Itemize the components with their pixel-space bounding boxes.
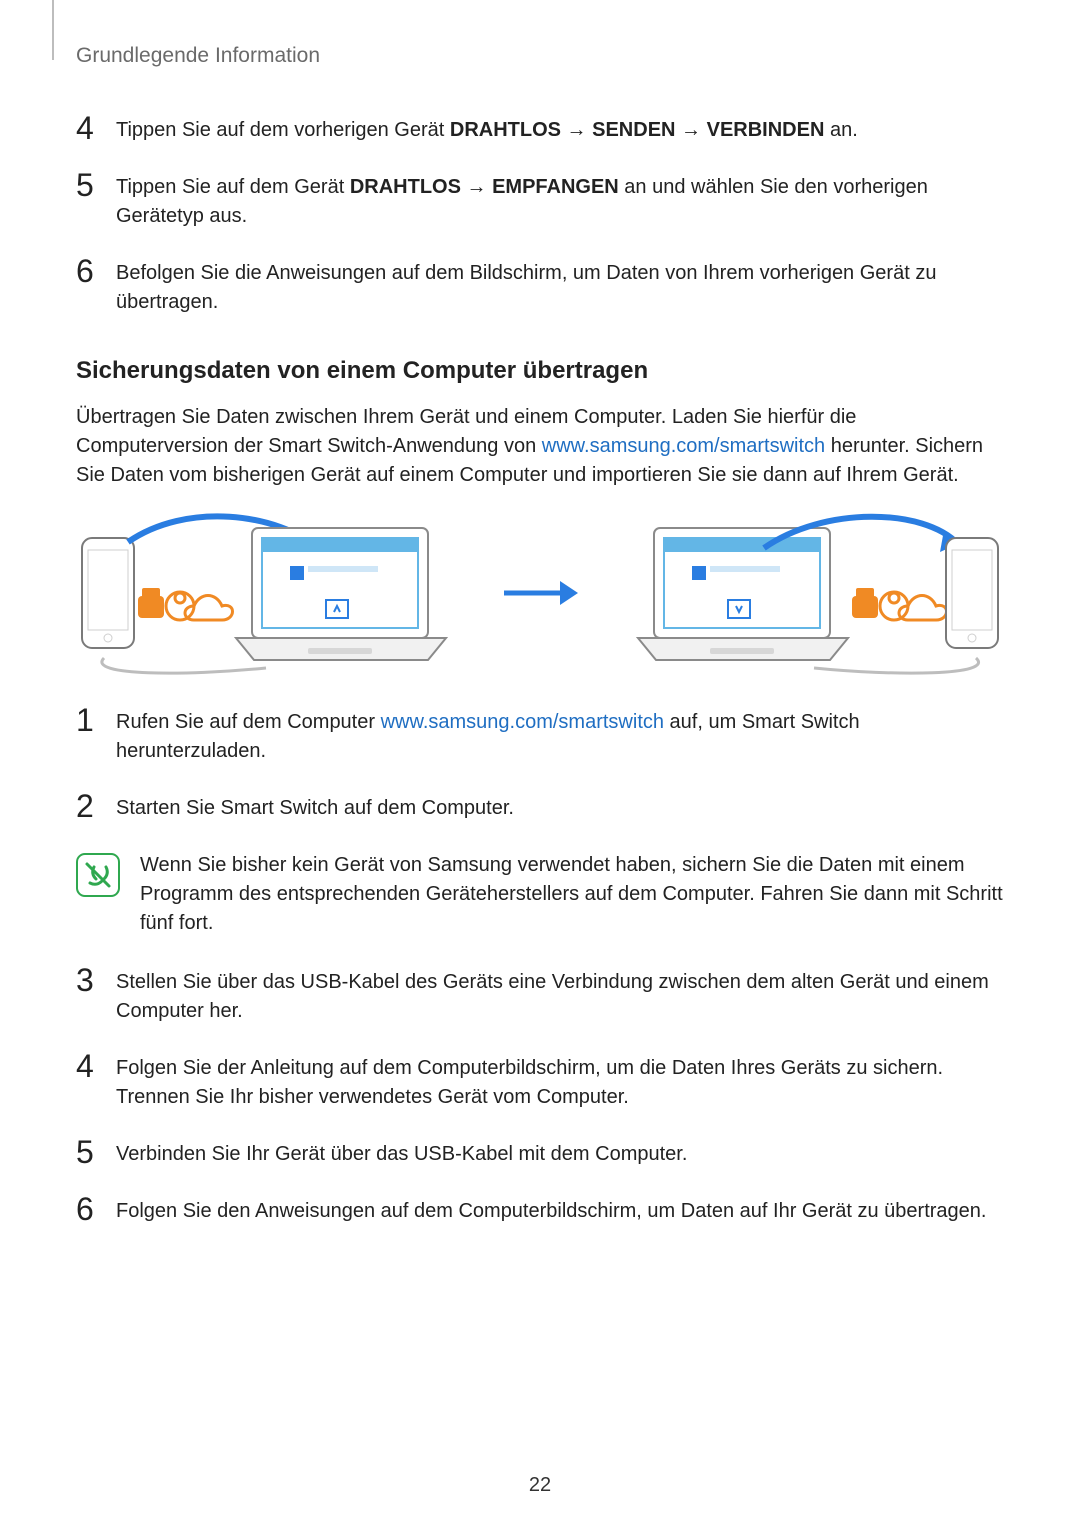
inline-link[interactable]: www.samsung.com/smartswitch (381, 711, 664, 733)
step-number: 5 (76, 1136, 116, 1168)
step-item: 2Starten Sie Smart Switch auf dem Comput… (76, 794, 1004, 823)
step-body: Rufen Sie auf dem Computer www.samsung.c… (116, 708, 1004, 766)
text: Folgen Sie der Anleitung auf dem Compute… (116, 1057, 943, 1108)
text: → (461, 176, 492, 198)
step-body: Folgen Sie der Anleitung auf dem Compute… (116, 1054, 1004, 1112)
note-icon (76, 853, 120, 897)
step-body: Stellen Sie über das USB-Kabel des Gerät… (116, 968, 1004, 1026)
step-item: 4Folgen Sie der Anleitung auf dem Comput… (76, 1054, 1004, 1112)
text: → (561, 119, 592, 141)
step-number: 4 (76, 1050, 116, 1082)
bold-text: DRAHTLOS (350, 176, 461, 198)
step-body: Befolgen Sie die Anweisungen auf dem Bil… (116, 259, 1004, 317)
step-number: 4 (76, 112, 116, 144)
note-block: Wenn Sie bisher kein Gerät von Samsung v… (76, 851, 1004, 938)
page-number: 22 (0, 1474, 1080, 1497)
step-item: 6Befolgen Sie die Anweisungen auf dem Bi… (76, 259, 1004, 317)
step-item: 3Stellen Sie über das USB-Kabel des Gerä… (76, 968, 1004, 1026)
subheading: Sicherungsdaten von einem Computer übert… (76, 357, 1004, 385)
illustration-laptop-to-phone (624, 508, 1004, 678)
step-number: 2 (76, 790, 116, 822)
text: Starten Sie Smart Switch auf dem Compute… (116, 797, 514, 819)
steps-list-bottom-1: 1Rufen Sie auf dem Computer www.samsung.… (76, 708, 1004, 823)
step-item: 5Tippen Sie auf dem Gerät DRAHTLOS → EMP… (76, 173, 1004, 231)
illustration-row (76, 508, 1004, 678)
step-number: 6 (76, 1193, 116, 1225)
text: an. (824, 119, 857, 141)
intro-paragraph: Übertragen Sie Daten zwischen Ihrem Gerä… (76, 403, 1004, 490)
steps-list-bottom-2: 3Stellen Sie über das USB-Kabel des Gerä… (76, 968, 1004, 1226)
bold-text: SENDEN (592, 119, 675, 141)
step-body: Tippen Sie auf dem vorherigen Gerät DRAH… (116, 116, 1004, 145)
smartswitch-link[interactable]: www.samsung.com/smartswitch (542, 435, 825, 457)
step-number: 3 (76, 964, 116, 996)
step-item: 1Rufen Sie auf dem Computer www.samsung.… (76, 708, 1004, 766)
step-item: 4Tippen Sie auf dem vorherigen Gerät DRA… (76, 116, 1004, 145)
text: Befolgen Sie die Anweisungen auf dem Bil… (116, 262, 936, 313)
step-number: 6 (76, 255, 116, 287)
page: Grundlegende Information 4Tippen Sie auf… (0, 0, 1080, 1527)
arrow-right-icon (500, 573, 580, 613)
note-text: Wenn Sie bisher kein Gerät von Samsung v… (140, 851, 1004, 938)
bold-text: VERBINDEN (707, 119, 825, 141)
step-body: Starten Sie Smart Switch auf dem Compute… (116, 794, 1004, 823)
text: Rufen Sie auf dem Computer (116, 711, 381, 733)
margin-rule (52, 0, 54, 60)
steps-list-top: 4Tippen Sie auf dem vorherigen Gerät DRA… (76, 116, 1004, 317)
text: → (675, 119, 706, 141)
step-item: 6Folgen Sie den Anweisungen auf dem Comp… (76, 1197, 1004, 1226)
step-body: Tippen Sie auf dem Gerät DRAHTLOS → EMPF… (116, 173, 1004, 231)
text: Folgen Sie den Anweisungen auf dem Compu… (116, 1200, 986, 1222)
step-number: 5 (76, 169, 116, 201)
step-body: Folgen Sie den Anweisungen auf dem Compu… (116, 1197, 1004, 1226)
text: Tippen Sie auf dem vorherigen Gerät (116, 119, 450, 141)
step-number: 1 (76, 704, 116, 736)
step-item: 5Verbinden Sie Ihr Gerät über das USB-Ka… (76, 1140, 1004, 1169)
text: Stellen Sie über das USB-Kabel des Gerät… (116, 971, 989, 1022)
bold-text: DRAHTLOS (450, 119, 561, 141)
bold-text: EMPFANGEN (492, 176, 619, 198)
text: Verbinden Sie Ihr Gerät über das USB-Kab… (116, 1143, 687, 1165)
step-body: Verbinden Sie Ihr Gerät über das USB-Kab… (116, 1140, 1004, 1169)
illustration-phone-to-laptop (76, 508, 456, 678)
section-header: Grundlegende Information (76, 44, 1004, 68)
text: Tippen Sie auf dem Gerät (116, 176, 350, 198)
